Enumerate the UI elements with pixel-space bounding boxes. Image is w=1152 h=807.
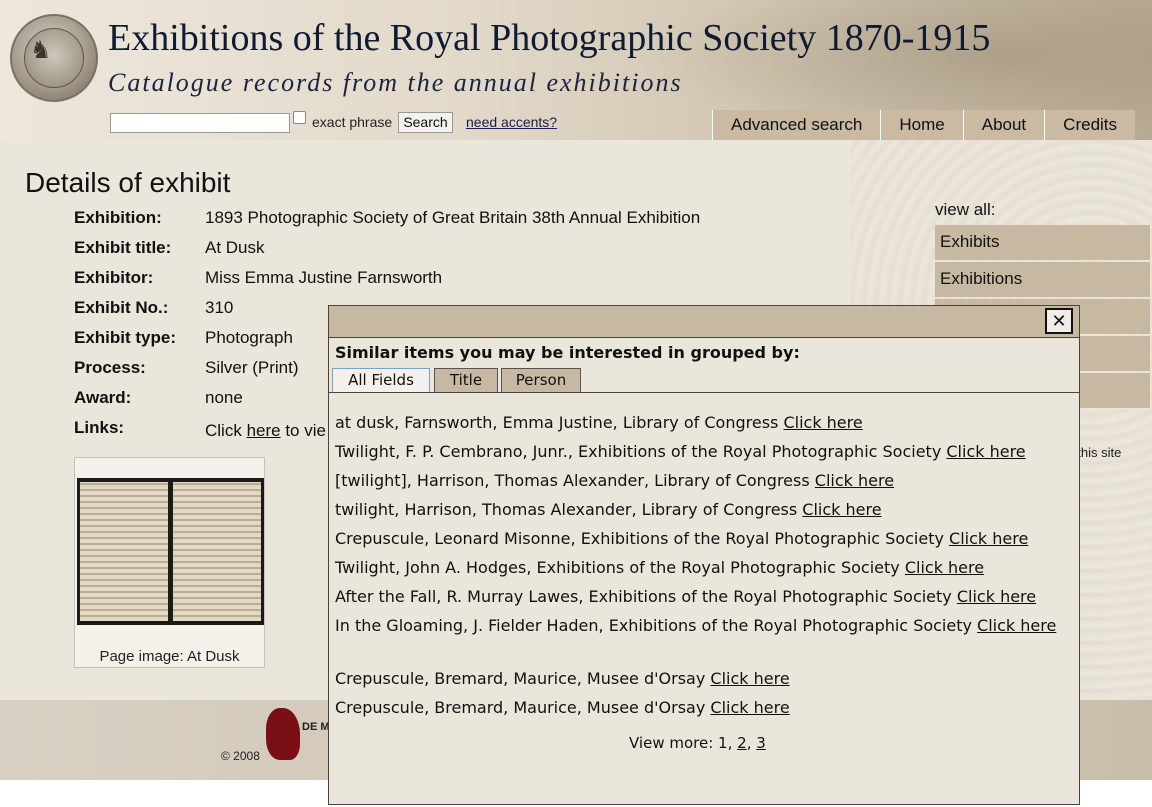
view-more-label: View more: bbox=[629, 734, 719, 752]
result-link[interactable]: Click here bbox=[946, 442, 1025, 461]
list-item: After the Fall, R. Murray Lawes, Exhibit… bbox=[335, 584, 1065, 609]
result-text: [twilight], Harrison, Thomas Alexander, … bbox=[335, 471, 815, 490]
page-link-2[interactable]: 2 bbox=[737, 734, 747, 752]
society-seal-logo: ♞ bbox=[10, 14, 98, 102]
links-prefix: Click bbox=[205, 421, 247, 440]
list-item: Crepuscule, Bremard, Maurice, Musee d'Or… bbox=[335, 695, 1065, 720]
page-left bbox=[80, 482, 168, 621]
result-text: After the Fall, R. Murray Lawes, Exhibit… bbox=[335, 587, 957, 606]
list-item: [twilight], Harrison, Thomas Alexander, … bbox=[335, 468, 1065, 493]
page-right bbox=[173, 482, 261, 621]
detail-value: none bbox=[205, 388, 243, 407]
result-text: Twilight, John A. Hodges, Exhibitions of… bbox=[335, 558, 905, 577]
view-more: View more: 1, 2, 3 bbox=[629, 734, 766, 752]
tab-divider bbox=[329, 392, 1079, 393]
result-link[interactable]: Click here bbox=[949, 529, 1028, 548]
detail-label: Award: bbox=[74, 388, 132, 407]
result-link[interactable]: Click here bbox=[783, 413, 862, 432]
detail-value: 310 bbox=[205, 298, 234, 317]
page-link-3[interactable]: 3 bbox=[756, 734, 766, 752]
detail-label: Exhibit No.: bbox=[74, 298, 169, 317]
list-item: Twilight, F. P. Cembrano, Junr., Exhibit… bbox=[335, 439, 1065, 464]
sidebar-item-exhibits[interactable]: Exhibits bbox=[935, 225, 1150, 261]
detail-value: Photograph bbox=[205, 328, 293, 347]
result-link[interactable]: Click here bbox=[957, 587, 1036, 606]
top-navigation: Advanced search Home About Credits bbox=[712, 110, 1136, 140]
nav-advanced-search[interactable]: Advanced search bbox=[712, 110, 881, 140]
detail-label: Exhibit title: bbox=[74, 238, 172, 257]
page-link-current: 1 bbox=[718, 734, 728, 752]
need-accents-link[interactable]: need accents? bbox=[466, 114, 557, 130]
result-text: Crepuscule, Bremard, Maurice, Musee d'Or… bbox=[335, 669, 711, 688]
result-text: Crepuscule, Leonard Misonne, Exhibitions… bbox=[335, 529, 950, 548]
exact-phrase-checkbox[interactable] bbox=[293, 111, 306, 124]
list-item: Twilight, John A. Hodges, Exhibitions of… bbox=[335, 555, 1065, 580]
result-text: Twilight, F. P. Cembrano, Junr., Exhibit… bbox=[335, 442, 947, 461]
tab-all-fields[interactable]: All Fields bbox=[332, 368, 430, 393]
result-text: In the Gloaming, J. Fielder Haden, Exhib… bbox=[335, 616, 978, 635]
list-item: Crepuscule, Bremard, Maurice, Musee d'Or… bbox=[335, 666, 1065, 691]
detail-label: Links: bbox=[74, 418, 125, 437]
detail-value: 1893 Photographic Society of Great Brita… bbox=[205, 208, 701, 227]
links-suffix: to vie bbox=[280, 421, 326, 440]
university-logo bbox=[266, 708, 300, 760]
result-link[interactable]: Click here bbox=[905, 558, 984, 577]
list-item: twilight, Harrison, Thomas Alexander, Li… bbox=[335, 497, 1065, 522]
detail-label: Exhibit type: bbox=[74, 328, 177, 347]
tab-person[interactable]: Person bbox=[501, 368, 581, 392]
page-image-thumbnail[interactable]: Page image: At Dusk bbox=[74, 457, 265, 668]
detail-label: Exhibitor: bbox=[74, 268, 154, 287]
links-value: Click here to vie bbox=[205, 421, 326, 441]
result-text: twilight, Harrison, Thomas Alexander, Li… bbox=[335, 500, 803, 519]
dialog-heading: Similar items you may be interested in g… bbox=[335, 343, 800, 362]
copyright: © 2008 bbox=[221, 749, 260, 763]
list-item: at dusk, Farnsworth, Emma Justine, Libra… bbox=[335, 410, 1065, 435]
site-header: ♞ Exhibitions of the Royal Photographic … bbox=[0, 0, 1152, 140]
site-title: Exhibitions of the Royal Photographic So… bbox=[108, 17, 991, 59]
list-item: Crepuscule, Leonard Misonne, Exhibitions… bbox=[335, 526, 1065, 551]
page-image-caption: Page image: At Dusk bbox=[99, 648, 240, 665]
detail-value: Silver (Print) bbox=[205, 358, 299, 377]
search-button[interactable]: Search bbox=[398, 112, 453, 133]
result-link[interactable]: Click here bbox=[710, 698, 789, 717]
list-item: In the Gloaming, J. Fielder Haden, Exhib… bbox=[335, 613, 1065, 638]
result-link[interactable]: Click here bbox=[802, 500, 881, 519]
view-all-label: view all: bbox=[935, 200, 996, 219]
dialog-titlebar[interactable]: ✕ bbox=[329, 306, 1079, 338]
result-link[interactable]: Click here bbox=[815, 471, 894, 490]
similar-items-dialog: ✕ Similar items you may be interested in… bbox=[328, 305, 1080, 805]
chariot-icon: ♞ bbox=[30, 36, 52, 64]
search-input[interactable] bbox=[110, 113, 290, 133]
result-text: at dusk, Farnsworth, Emma Justine, Libra… bbox=[335, 413, 784, 432]
close-button[interactable]: ✕ bbox=[1045, 308, 1073, 334]
detail-label: Process: bbox=[74, 358, 146, 377]
links-here-link[interactable]: here bbox=[247, 421, 281, 440]
site-subtitle: Catalogue records from the annual exhibi… bbox=[108, 68, 683, 97]
page-image[interactable] bbox=[77, 478, 264, 625]
detail-value: Miss Emma Justine Farnsworth bbox=[205, 268, 443, 287]
exact-phrase-label: exact phrase bbox=[312, 114, 393, 130]
nav-home[interactable]: Home bbox=[880, 110, 963, 140]
nav-about[interactable]: About bbox=[962, 110, 1045, 140]
page-title: Details of exhibit bbox=[25, 167, 231, 198]
detail-label: Exhibition: bbox=[74, 208, 162, 227]
result-text: Crepuscule, Bremard, Maurice, Musee d'Or… bbox=[335, 698, 711, 717]
result-link[interactable]: Click here bbox=[710, 669, 789, 688]
sidebar-item-exhibitions[interactable]: Exhibitions bbox=[935, 262, 1150, 298]
nav-credits[interactable]: Credits bbox=[1044, 110, 1136, 140]
tab-title[interactable]: Title bbox=[434, 368, 498, 392]
result-link[interactable]: Click here bbox=[977, 616, 1056, 635]
detail-value: At Dusk bbox=[205, 238, 265, 257]
